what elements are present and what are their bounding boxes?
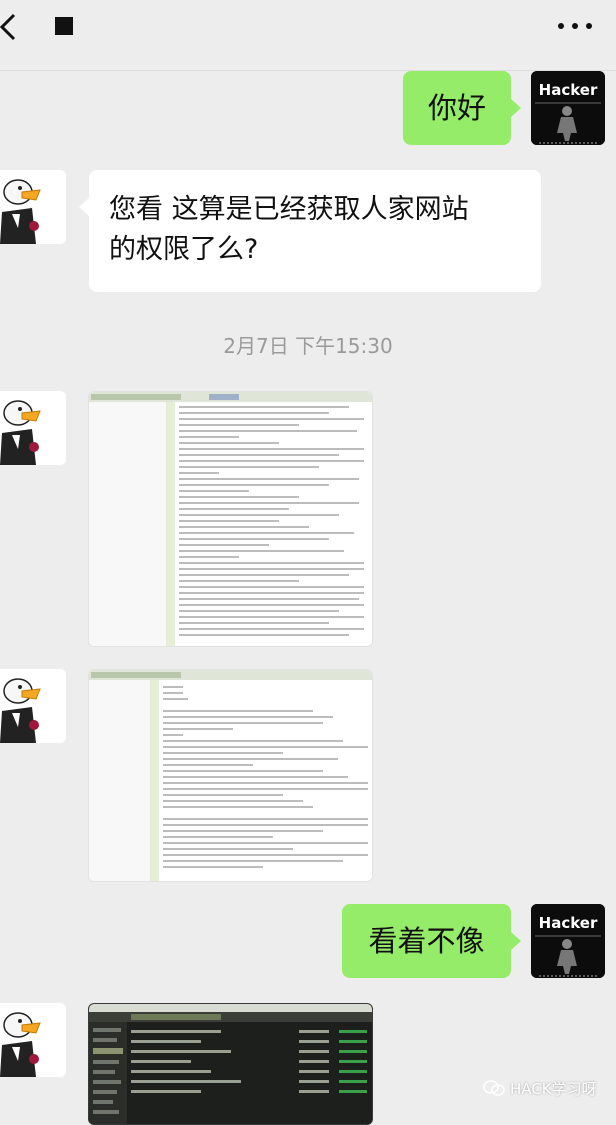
my-avatar-hacker[interactable]: Hacker [531, 71, 605, 145]
my-avatar-hacker[interactable]: Hacker [531, 904, 605, 978]
square-icon[interactable] [55, 17, 73, 35]
watermark: HACK学习呀 [483, 1076, 597, 1100]
contact-avatar-duck[interactable] [0, 170, 66, 244]
hacker-logo-text: Hacker [539, 914, 598, 932]
more-options-icon[interactable] [556, 20, 596, 32]
image-message-dark-screenshot[interactable] [88, 1003, 373, 1125]
my-message-bubble[interactable]: 你好 [403, 71, 521, 145]
contact-avatar-duck[interactable] [0, 1003, 66, 1077]
watermark-text: HACK学习呀 [510, 1079, 597, 1098]
wechat-official-account-icon [483, 1080, 505, 1096]
image-message-code-screenshot[interactable] [88, 391, 373, 647]
message-text: 看着不像 [368, 924, 485, 958]
hacker-logo-text: Hacker [539, 81, 598, 99]
message-line-1: 您看 这算是已经获取人家网站 [109, 194, 469, 225]
contact-message-bubble[interactable]: 您看 这算是已经获取人家网站 的权限了么? [79, 170, 541, 292]
message-text: 你好 [427, 91, 486, 125]
contact-avatar-duck[interactable] [0, 391, 66, 465]
message-timestamp: 2月7日 下午15:30 [223, 334, 393, 358]
back-chevron-icon[interactable] [0, 12, 24, 42]
message-line-2: 的权限了么? [109, 234, 259, 265]
chat-header [0, 0, 616, 71]
my-message-bubble[interactable]: 看着不像 [342, 904, 521, 978]
image-message-code-screenshot[interactable] [88, 669, 373, 882]
contact-avatar-duck[interactable] [0, 669, 66, 743]
